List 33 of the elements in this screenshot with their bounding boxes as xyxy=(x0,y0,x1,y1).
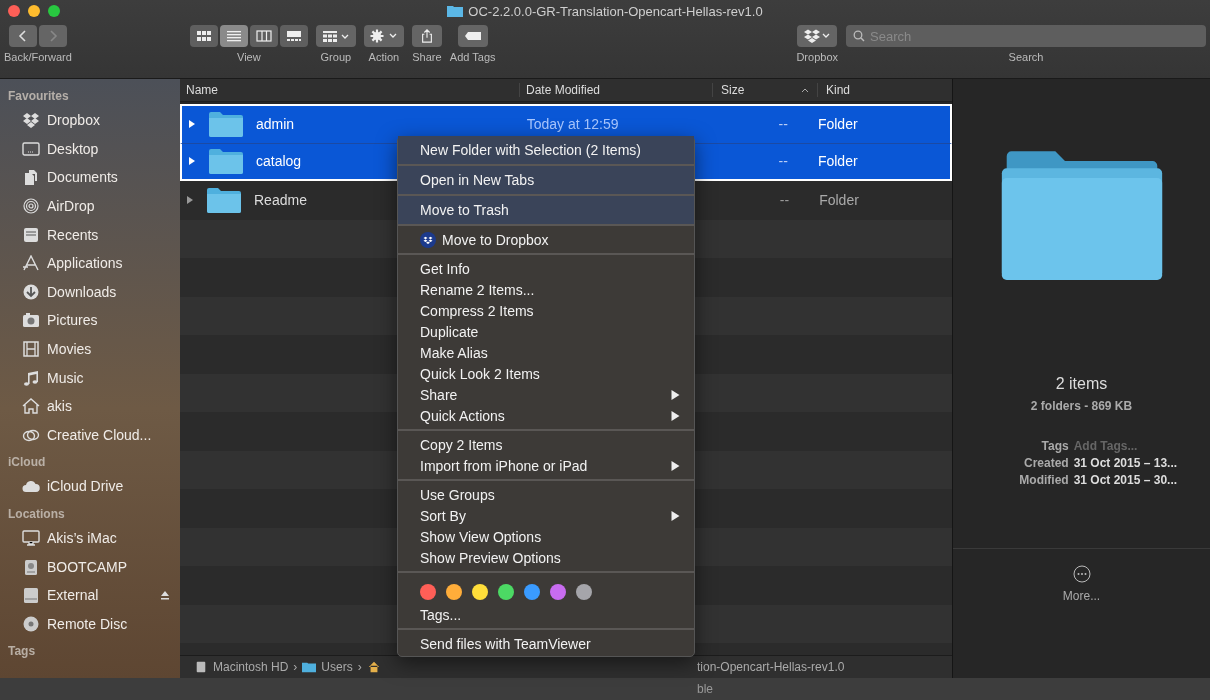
sidebar-heading: Locations xyxy=(7,505,66,523)
file-kind: Folder xyxy=(817,116,858,133)
toolbar-label: View xyxy=(237,51,261,63)
sidebar-heading: Tags xyxy=(7,643,37,661)
file-size: -- xyxy=(778,116,788,133)
file-name: admin xyxy=(256,116,295,133)
detail-label: Tags xyxy=(1040,439,1069,453)
detail-value: 31 Oct 2015 – 30... xyxy=(1073,473,1179,487)
file-name: catalog xyxy=(256,153,302,170)
item-count: 2 items xyxy=(1055,375,1108,393)
status-text: ble xyxy=(697,682,713,696)
toolbar-label: Add Tags xyxy=(449,51,496,63)
file-size: -- xyxy=(778,153,788,170)
detail-value: 31 Oct 2015 – 13... xyxy=(1073,456,1179,470)
date-modified: Today at 12:59 xyxy=(526,116,619,133)
file-kind: Folder xyxy=(817,153,858,170)
file-size: -- xyxy=(779,192,790,209)
sidebar-heading: iCloud xyxy=(7,454,47,472)
toolbar-label: Group xyxy=(320,51,352,63)
path-separator: › xyxy=(357,660,362,674)
toolbar-label: Search xyxy=(1008,51,1044,63)
toolbar-label: Back/Forward xyxy=(4,51,72,63)
detail-label: Modified xyxy=(1019,473,1069,487)
file-kind: Folder xyxy=(819,192,859,209)
toolbar-label: Action xyxy=(368,51,400,63)
path-separator: › xyxy=(293,660,298,674)
item-summary: 2 folders - 869 KB xyxy=(1030,399,1133,413)
toolbar-label: Share xyxy=(412,51,442,63)
window-title: OC-2.2.0.0-GR-Translation-Opencart-Hellas-rev1.0 xyxy=(468,3,763,19)
toolbar-label: Dropbox xyxy=(796,51,838,63)
detail-label: Created xyxy=(1022,456,1069,470)
file-name: Readme xyxy=(254,192,307,209)
sidebar-heading: Favourites xyxy=(7,88,70,105)
